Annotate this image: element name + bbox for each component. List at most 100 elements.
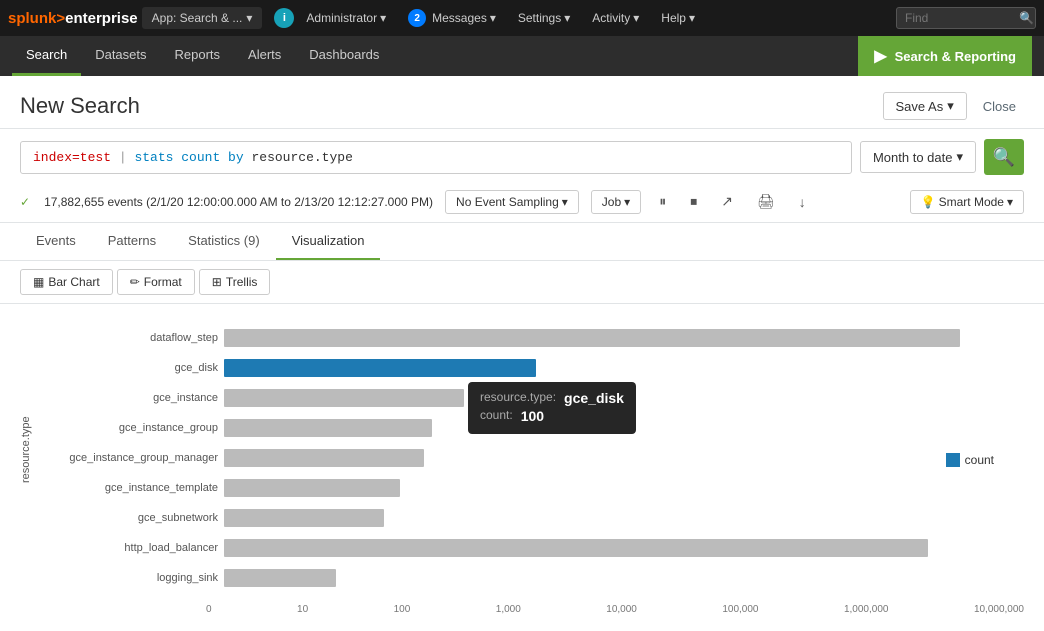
second-nav-item-search[interactable]: Search (12, 36, 81, 76)
second-nav-item-dashboards[interactable]: Dashboards (295, 36, 393, 76)
chevron-down-icon: ▾ (633, 11, 639, 25)
second-nav: SearchDatasetsReportsAlertsDashboards ▶ … (0, 36, 1044, 76)
toolbar-bar-chart-button[interactable]: ▦Bar Chart (20, 269, 113, 295)
x-axis-tick: 100 (394, 604, 411, 615)
bar-fill[interactable] (224, 509, 384, 527)
time-range-picker[interactable]: Month to date ▾ (860, 141, 976, 173)
table-row: gce_instance_template (38, 476, 1024, 500)
header-actions: Save As ▾ Close (883, 92, 1024, 120)
tooltip-key-value: gce_disk (564, 390, 624, 406)
admin-label: Administrator (306, 11, 377, 25)
job-label: Job (602, 195, 621, 209)
sampling-label: No Event Sampling (456, 195, 559, 209)
x-axis-tick: 1,000 (496, 604, 521, 615)
bar-label: logging_sink (38, 572, 218, 584)
print-button[interactable]: 🖨 (751, 189, 781, 214)
toolbar-label: Trellis (226, 275, 258, 289)
app-switcher-button[interactable]: App: Search & ... ▾ (142, 7, 263, 29)
search-command: stats count by (134, 150, 243, 165)
messages-menu[interactable]: 2 Messages ▾ (398, 5, 506, 31)
toolbar-icon: ⊞ (212, 275, 222, 289)
bar-track (224, 569, 1024, 587)
activity-menu[interactable]: Activity ▾ (582, 7, 649, 29)
bar-track (224, 449, 1024, 467)
pause-button[interactable]: ⏸ (653, 189, 672, 214)
share-button[interactable]: ↗ (715, 189, 739, 214)
search-keyword: index=test (33, 150, 111, 165)
bar-fill[interactable] (224, 539, 928, 557)
top-nav-items: i Administrator ▾ 2 Messages ▾ Settings … (274, 5, 1036, 31)
save-as-label: Save As (896, 99, 944, 114)
x-axis-tick: 100,000 (722, 604, 758, 615)
x-axis-tick: 10,000 (606, 604, 637, 615)
find-input[interactable] (905, 11, 1015, 25)
legend-color-box (946, 453, 960, 467)
search-input-container[interactable]: index=test | stats count by resource.typ… (20, 141, 852, 174)
admin-menu[interactable]: Administrator ▾ (296, 7, 396, 29)
info-badge[interactable]: i (274, 8, 294, 28)
toolbar-label: Format (144, 275, 182, 289)
tab-patterns[interactable]: Patterns (92, 223, 172, 260)
chevron-down-icon: ▾ (246, 11, 252, 25)
bar-label: dataflow_step (38, 332, 218, 344)
export-button[interactable]: ↓ (793, 190, 812, 214)
close-button[interactable]: Close (975, 94, 1024, 119)
chevron-down-icon: ▾ (624, 195, 630, 209)
page-title: New Search (20, 93, 140, 119)
tooltip-count-value: 100 (521, 408, 544, 424)
tab-events[interactable]: Events (20, 223, 92, 260)
job-button[interactable]: Job ▾ (591, 190, 641, 214)
chevron-down-icon: ▾ (1007, 195, 1013, 209)
chart-area: resource.type dataflow_stepgce_diskgce_i… (0, 304, 1044, 631)
stop-button[interactable]: ⏹ (684, 189, 703, 214)
pause-icon: ⏸ (659, 193, 666, 209)
chart-tooltip: resource.type: gce_disk count: 100 (468, 382, 636, 434)
bar-fill[interactable] (224, 449, 424, 467)
bar-track (224, 329, 1024, 347)
top-nav: splunk>enterprise App: Search & ... ▾ i … (0, 0, 1044, 36)
help-menu[interactable]: Help ▾ (651, 7, 705, 29)
messages-label: Messages (432, 11, 487, 25)
toolbar-trellis-button[interactable]: ⊞ Trellis (199, 269, 271, 295)
save-as-button[interactable]: Save As ▾ (883, 92, 967, 120)
tab-statistics9[interactable]: Statistics (9) (172, 223, 276, 260)
search-bar-row: index=test | stats count by resource.typ… (0, 129, 1044, 185)
search-field: resource.type (251, 150, 352, 165)
second-nav-item-datasets[interactable]: Datasets (81, 36, 160, 76)
chart-inner: dataflow_stepgce_diskgce_instancegce_ins… (38, 320, 1024, 600)
bar-fill[interactable] (224, 479, 400, 497)
run-search-button[interactable]: 🔍 (984, 139, 1024, 175)
bar-fill[interactable] (224, 569, 336, 587)
table-row: dataflow_step (38, 326, 1024, 350)
sampling-button[interactable]: No Event Sampling ▾ (445, 190, 579, 214)
search-reporting-button[interactable]: ▶ Search & Reporting (858, 36, 1032, 76)
second-nav-items: SearchDatasetsReportsAlertsDashboards (12, 36, 393, 76)
export-icon: ↓ (799, 194, 806, 210)
smart-mode-button[interactable]: 💡 Smart Mode ▾ (910, 190, 1024, 214)
x-axis-tick: 1,000,000 (844, 604, 889, 615)
bar-fill[interactable] (224, 329, 960, 347)
bars-section: dataflow_stepgce_diskgce_instancegce_ins… (38, 326, 1024, 590)
bar-fill[interactable] (224, 359, 536, 377)
chevron-down-icon: ▾ (564, 11, 570, 25)
toolbar-label: Bar Chart (48, 275, 99, 289)
bar-label: gce_instance_group_manager (38, 452, 218, 464)
bar-fill[interactable] (224, 389, 464, 407)
share-icon: ↗ (721, 193, 733, 209)
x-axis-tick: 0 (206, 604, 212, 615)
settings-menu[interactable]: Settings ▾ (508, 7, 580, 29)
find-search-box[interactable]: 🔍 (896, 7, 1036, 29)
chevron-down-icon: ▾ (562, 195, 568, 209)
second-nav-item-reports[interactable]: Reports (161, 36, 235, 76)
chevron-down-icon: ▾ (380, 11, 386, 25)
tooltip-key-label: resource.type: (480, 390, 556, 406)
activity-label: Activity (592, 11, 630, 25)
toolbar-format-button[interactable]: ✏Format (117, 269, 195, 295)
status-text: 17,882,655 events (2/1/20 12:00:00.000 A… (44, 195, 433, 209)
bar-label: gce_instance_template (38, 482, 218, 494)
tab-visualization[interactable]: Visualization (276, 223, 381, 260)
second-nav-item-alerts[interactable]: Alerts (234, 36, 295, 76)
chevron-down-icon: ▾ (490, 11, 496, 25)
pipe-symbol: | (119, 150, 135, 165)
bar-fill[interactable] (224, 419, 432, 437)
